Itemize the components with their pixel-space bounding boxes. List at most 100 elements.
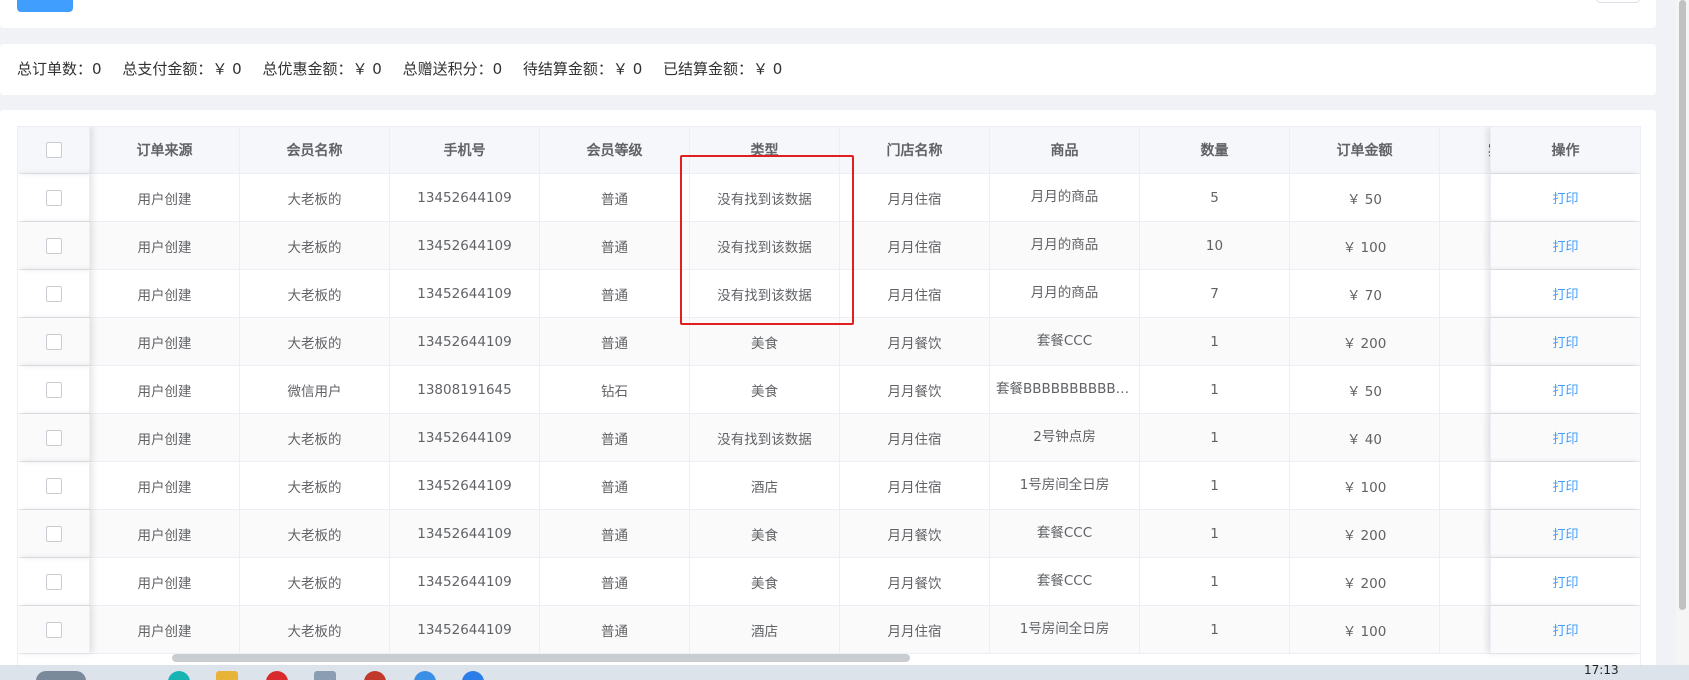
horizontal-scrollbar[interactable] (172, 654, 910, 662)
print-link[interactable]: 打印 (1552, 236, 1578, 255)
browser-icon[interactable] (168, 671, 190, 680)
cell-order-amount: ￥ 40 (1290, 414, 1440, 461)
chrome-icon[interactable] (364, 671, 386, 680)
row-checkbox[interactable] (45, 573, 62, 590)
table-row[interactable]: 用户创建 微信用户 13808191645 钻石 美食 月月餐饮 套餐BBBBBBBBBBB… (18, 366, 1640, 414)
row-actions: 打印 (1490, 510, 1640, 557)
row-select-cell (18, 270, 90, 317)
print-link[interactable]: 打印 (1552, 572, 1578, 591)
cell-quantity: 1 (1140, 318, 1290, 365)
table-row[interactable]: 用户创建 大老板的 13452644109 普通 酒店 月月住宿 1号房间全日房 1 ￥ 100… (18, 606, 1640, 654)
print-link[interactable]: 打印 (1552, 620, 1578, 639)
row-checkbox[interactable] (45, 237, 62, 254)
start-icon[interactable] (36, 671, 86, 680)
vertical-scrollbar[interactable] (1679, 0, 1686, 610)
app-icon[interactable] (266, 671, 288, 680)
cell-product: 月月的商品 (990, 222, 1140, 269)
cell-order-amount: ￥ 50 (1290, 174, 1440, 221)
row-select-cell (18, 318, 90, 365)
print-link[interactable]: 打印 (1552, 476, 1578, 495)
print-link[interactable]: 打印 (1552, 524, 1578, 543)
cell-product: 套餐CCC (990, 318, 1140, 365)
print-link[interactable]: 打印 (1552, 428, 1578, 447)
cell-store-name: 月月住宿 (840, 174, 990, 221)
table-row[interactable]: 用户创建 大老板的 13452644109 普通 没有找到该数据 月月住宿 2号钟点房 1 ￥ … (18, 414, 1640, 462)
row-checkbox[interactable] (45, 621, 62, 638)
cell-type: 美食 (690, 366, 840, 413)
table-header: 订单来源 会员名称 手机号 会员等级 类型 门店名称 商品 数量 订单金额 实 … (18, 127, 1640, 174)
table-row[interactable]: 用户创建 大老板的 13452644109 普通 没有找到该数据 月月住宿 月月的商品 10 ￥… (18, 222, 1640, 270)
row-actions: 打印 (1490, 606, 1640, 653)
cell-member-level: 普通 (540, 270, 690, 317)
table-row[interactable]: 用户创建 大老板的 13452644109 普通 美食 月月餐饮 套餐CCC 1 ￥ 200 打印 (18, 510, 1640, 558)
header-order-amount: 订单金额 (1290, 127, 1440, 173)
table-card: 订单来源 会员名称 手机号 会员等级 类型 门店名称 商品 数量 订单金额 实 … (0, 110, 1656, 680)
table-row[interactable]: 用户创建 大老板的 13452644109 普通 没有找到该数据 月月住宿 月月的商品 7 ￥ … (18, 270, 1640, 318)
cell-member-level: 钻石 (540, 366, 690, 413)
row-checkbox[interactable] (45, 525, 62, 542)
cell-product: 月月的商品 (990, 270, 1140, 317)
cell-order-source: 用户创建 (90, 270, 240, 317)
row-checkbox[interactable] (45, 333, 62, 350)
taskbar: 17:13 (0, 665, 1689, 680)
cell-member-level: 普通 (540, 510, 690, 557)
row-actions: 打印 (1490, 366, 1640, 413)
summary-card: 总订单数：0 总支付金额：￥ 0 总优惠金额：￥ 0 总赠送积分：0 待结算金额… (0, 44, 1656, 95)
row-select-cell (18, 222, 90, 269)
toolbar-card: 导出 (0, 0, 1656, 28)
table-row[interactable]: 用户创建 大老板的 13452644109 普通 酒店 月月住宿 1号房间全日房 1 ￥ 100… (18, 462, 1640, 510)
cell-member-level: 普通 (540, 606, 690, 653)
cell-store-name: 月月餐饮 (840, 510, 990, 557)
folder-icon[interactable] (216, 671, 238, 680)
print-link[interactable]: 打印 (1552, 284, 1578, 303)
cell-store-name: 月月餐饮 (840, 318, 990, 365)
taskbar-clock: 17:13 (1584, 665, 1619, 677)
cell-store-name: 月月住宿 (840, 606, 990, 653)
cell-phone: 13452644109 (390, 558, 540, 605)
tool-icon[interactable] (414, 671, 436, 680)
print-link[interactable]: 打印 (1552, 380, 1578, 399)
cell-type: 没有找到该数据 (690, 270, 840, 317)
cell-member-name: 大老板的 (240, 510, 390, 557)
row-actions: 打印 (1490, 318, 1640, 365)
row-checkbox[interactable] (45, 285, 62, 302)
print-link[interactable]: 打印 (1552, 188, 1578, 207)
row-checkbox[interactable] (45, 429, 62, 446)
row-select-cell (18, 174, 90, 221)
edge-icon[interactable] (462, 671, 484, 680)
table-row[interactable]: 用户创建 大老板的 13452644109 普通 美食 月月餐饮 套餐CCC 1 ￥ 200 打印 (18, 318, 1640, 366)
header-member-name: 会员名称 (240, 127, 390, 173)
row-checkbox[interactable] (45, 189, 62, 206)
editor-icon[interactable] (314, 671, 336, 680)
order-summary: 总订单数：0 总支付金额：￥ 0 总优惠金额：￥ 0 总赠送积分：0 待结算金额… (17, 44, 798, 95)
cell-product: 套餐CCC (990, 558, 1140, 605)
cell-type: 美食 (690, 318, 840, 365)
row-actions: 打印 (1490, 222, 1640, 269)
cell-type: 美食 (690, 510, 840, 557)
cell-quantity: 1 (1140, 414, 1290, 461)
column-settings-button[interactable] (1596, 0, 1640, 3)
row-select-cell (18, 462, 90, 509)
select-all-checkbox[interactable] (45, 142, 62, 158)
row-checkbox[interactable] (45, 477, 62, 494)
cell-order-source: 用户创建 (90, 462, 240, 509)
cell-phone: 13452644109 (390, 606, 540, 653)
cell-quantity: 1 (1140, 558, 1290, 605)
header-quantity: 数量 (1140, 127, 1290, 173)
summary-total-orders: 总订单数：0 (17, 60, 102, 78)
cell-product: 2号钟点房 (990, 414, 1140, 461)
cell-member-name: 大老板的 (240, 606, 390, 653)
cell-member-name: 微信用户 (240, 366, 390, 413)
row-actions: 打印 (1490, 414, 1640, 461)
cell-quantity: 1 (1140, 606, 1290, 653)
cell-type: 没有找到该数据 (690, 174, 840, 221)
row-actions: 打印 (1490, 558, 1640, 605)
print-link[interactable]: 打印 (1552, 332, 1578, 351)
table-row[interactable]: 用户创建 大老板的 13452644109 普通 美食 月月餐饮 套餐CCC 1 ￥ 200 打印 (18, 558, 1640, 606)
row-checkbox[interactable] (45, 381, 62, 398)
export-button[interactable]: 导出 (17, 0, 73, 12)
select-all-cell (18, 127, 90, 173)
table-row[interactable]: 用户创建 大老板的 13452644109 普通 没有找到该数据 月月住宿 月月的商品 5 ￥ … (18, 174, 1640, 222)
row-select-cell (18, 366, 90, 413)
header-order-source: 订单来源 (90, 127, 240, 173)
